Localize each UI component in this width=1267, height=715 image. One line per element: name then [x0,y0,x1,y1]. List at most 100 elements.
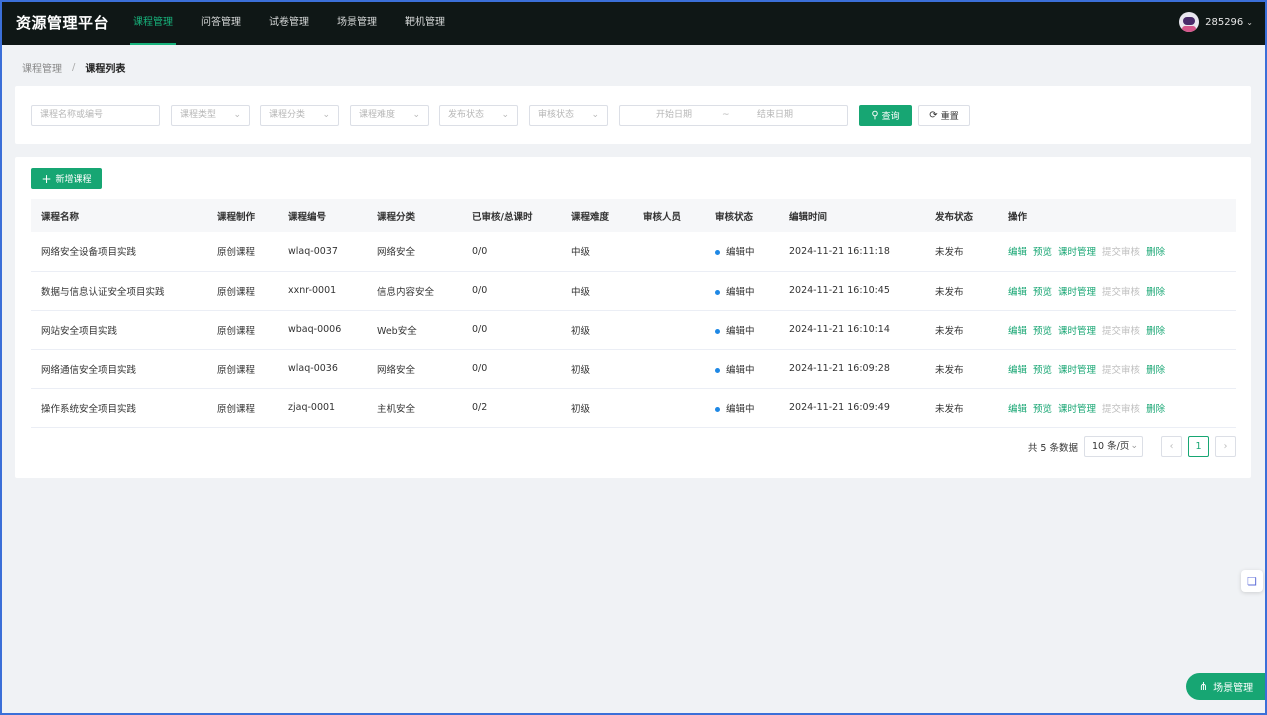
course-table: 课程名称 课程制作 课程编号 课程分类 已审核/总课时 课程难度 审核人员 审核… [31,199,1236,428]
cell-actions: 编辑 预览 课时管理 提交审核 删除 [998,232,1236,272]
cell-publish-status: 未发布 [925,388,998,428]
app-title: 资源管理平台 [16,14,110,32]
col-difficulty: 课程难度 [561,199,633,232]
review-status-text: 编辑中 [726,364,755,376]
date-range-picker[interactable]: 开始日期 ~ 结束日期 [619,105,848,126]
cell-course-name: 操作系统安全项目实践 [31,388,207,428]
cell-difficulty: 初级 [561,388,633,428]
cell-edit-time: 2024-11-21 16:09:28 [779,349,925,389]
reset-button[interactable]: ⟳ 重置 [918,105,970,126]
chevron-down-icon: ⌄ [233,110,241,120]
lesson-manage-link[interactable]: 课时管理 [1058,404,1096,415]
cell-difficulty: 初级 [561,310,633,350]
next-page-button[interactable]: › [1215,436,1236,457]
chevron-down-icon: ⌄ [322,110,330,120]
main-nav: 课程管理 问答管理 试卷管理 场景管理 靶机管理 [120,0,460,45]
course-difficulty-select[interactable]: 课程难度 ⌄ [350,105,429,126]
table-row: 网站安全项目实践 原创课程 wbaq-0006 Web安全 0/0 初级 编辑中… [31,310,1236,350]
delete-link[interactable]: 删除 [1146,326,1165,337]
page-size-select[interactable]: 10 条/页 ⌄ [1084,436,1143,457]
prev-page-button[interactable]: ‹ [1161,436,1182,457]
preview-link[interactable]: 预览 [1033,287,1052,298]
cell-course-code: wbaq-0006 [278,310,367,350]
page-number-button[interactable]: 1 [1188,436,1209,457]
cell-publish-status: 未发布 [925,271,998,311]
course-difficulty-placeholder: 课程难度 [359,110,396,120]
delete-link[interactable]: 删除 [1146,404,1165,415]
end-date-input[interactable]: 结束日期 [757,106,793,125]
breadcrumb-parent[interactable]: 课程管理 [22,60,62,75]
breadcrumb: 课程管理 / 课程列表 [22,60,125,75]
publish-status-select[interactable]: 发布状态 ⌄ [439,105,518,126]
preview-link[interactable]: 预览 [1033,326,1052,337]
cell-edit-time: 2024-11-21 16:10:14 [779,310,925,350]
chevron-down-icon: ⌄ [412,110,420,120]
review-status-text: 编辑中 [726,247,755,259]
delete-link[interactable]: 删除 [1146,365,1165,376]
status-dot [715,289,720,295]
scene-manage-float-button[interactable]: ⋔ 场景管理 [1186,673,1266,700]
submit-review-link: 提交审核 [1102,247,1141,259]
query-button[interactable]: ⚲ 查询 [859,105,912,126]
cell-course-code: wlaq-0037 [278,232,367,272]
nav-item-exam[interactable]: 试卷管理 [256,0,322,45]
lesson-manage-link[interactable]: 课时管理 [1058,247,1096,258]
edit-link[interactable]: 编辑 [1008,365,1027,376]
add-course-button[interactable]: + 新增课程 [31,168,102,189]
preview-link[interactable]: 预览 [1033,365,1052,376]
search-input[interactable]: 课程名称或编号 [31,105,160,126]
delete-link[interactable]: 删除 [1146,287,1165,298]
cell-difficulty: 中级 [561,232,633,272]
lesson-manage-link[interactable]: 课时管理 [1058,365,1096,376]
table-row: 数据与信息认证安全项目实践 原创课程 xxnr-0001 信息内容安全 0/0 … [31,271,1236,311]
lesson-manage-link[interactable]: 课时管理 [1058,326,1096,337]
cell-course-category: 信息内容安全 [367,271,462,311]
course-type-select[interactable]: 课程类型 ⌄ [171,105,250,126]
submit-review-link: 提交审核 [1102,286,1141,298]
cell-actions: 编辑 预览 课时管理 提交审核 删除 [998,349,1236,389]
edit-link[interactable]: 编辑 [1008,404,1027,415]
cell-review-status: 编辑中 [705,349,779,389]
review-status-select[interactable]: 审核状态 ⌄ [529,105,608,126]
delete-link[interactable]: 删除 [1146,247,1165,258]
breadcrumb-separator: / [72,62,76,73]
cell-edit-time: 2024-11-21 16:09:49 [779,388,925,428]
start-date-input[interactable]: 开始日期 [656,106,692,125]
preview-link[interactable]: 预览 [1033,247,1052,258]
col-review-status: 审核状态 [705,199,779,232]
cell-reviewed-hours: 0/2 [462,388,561,428]
user-menu[interactable]: 285296 ⌄ [1179,12,1253,32]
preview-link[interactable]: 预览 [1033,404,1052,415]
cell-edit-time: 2024-11-21 16:10:45 [779,271,925,311]
pagination-total: 共 5 条数据 [1027,442,1078,454]
course-category-select[interactable]: 课程分类 ⌄ [260,105,339,126]
col-course-category: 课程分类 [367,199,462,232]
cell-review-status: 编辑中 [705,232,779,272]
chevron-left-icon: ‹ [1169,441,1174,452]
status-dot [715,328,720,334]
col-course-name: 课程名称 [31,199,207,232]
col-course-code: 课程编号 [278,199,367,232]
feedback-icon[interactable]: ❏ [1241,570,1263,592]
nav-item-scene[interactable]: 场景管理 [324,0,390,45]
pagination: 共 5 条数据 10 条/页 ⌄ ‹ 1 › [1028,436,1236,457]
nav-item-course[interactable]: 课程管理 [120,0,186,45]
nav-item-target[interactable]: 靶机管理 [392,0,458,45]
cell-course-name: 网络通信安全项目实践 [31,349,207,389]
cell-publish-status: 未发布 [925,310,998,350]
cell-reviewer [633,388,705,428]
chevron-down-icon: ⌄ [591,110,599,120]
cell-actions: 编辑 预览 课时管理 提交审核 删除 [998,310,1236,350]
submit-review-link: 提交审核 [1102,403,1141,415]
edit-link[interactable]: 编辑 [1008,287,1027,298]
lesson-manage-link[interactable]: 课时管理 [1058,287,1096,298]
search-icon: ⚲ [871,110,879,121]
edit-link[interactable]: 编辑 [1008,247,1027,258]
sitemap-icon: ⋔ [1198,680,1209,693]
course-category-placeholder: 课程分类 [269,110,306,120]
nav-item-qa[interactable]: 问答管理 [188,0,254,45]
table-header: 课程名称 课程制作 课程编号 课程分类 已审核/总课时 课程难度 审核人员 审核… [31,199,1236,232]
edit-link[interactable]: 编辑 [1008,326,1027,337]
cell-edit-time: 2024-11-21 16:11:18 [779,232,925,272]
cell-reviewer [633,349,705,389]
